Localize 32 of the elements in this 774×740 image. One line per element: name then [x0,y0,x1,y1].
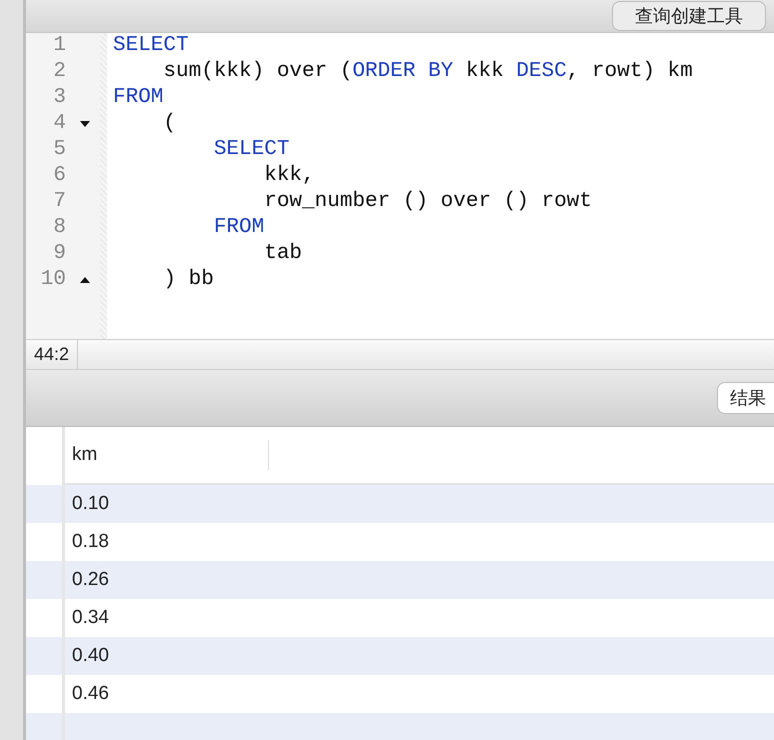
line-number: 2 [52,59,67,85]
fold-up-icon[interactable] [79,276,91,284]
table-cell-text: 0.26 [71,569,109,591]
line-number: 7 [52,189,67,215]
query-builder-button[interactable]: 查询创建工具 [612,1,766,31]
code-line: kkk, [263,163,315,189]
column-header[interactable]: km [65,440,269,470]
table-cell-text: 0.18 [71,531,109,553]
code-line: sum(kkk) over (ORDER BY kkk DESC, rowt) km [162,59,693,85]
line-number: 8 [52,215,67,241]
line-number: 3 [52,85,67,111]
code-line: SELECT [113,33,189,59]
code-line: tab [263,241,302,267]
code-line: FROM [212,215,264,241]
table-cell-text: 0.40 [71,645,109,667]
code-line: ( [162,111,176,137]
line-number: 10 [40,267,67,293]
line-number: 6 [52,163,67,189]
fold-down-icon[interactable] [79,120,91,128]
table-cell-text: 0.10 [71,493,109,515]
code-line: row_number () over () rowt [263,189,592,215]
line-number: 1 [52,33,67,59]
code-line: SELECT [212,137,290,163]
line-number: 9 [52,241,67,267]
line-number: 5 [52,137,67,163]
table-cell-text: 0.46 [71,683,109,705]
cursor-position: 44:2 [26,340,78,369]
table-cell-text: 0.34 [71,607,109,629]
results-button[interactable]: 结果 [717,382,774,414]
code-line: FROM [113,85,164,111]
code-line: ) bb [162,267,214,293]
line-number: 4 [52,111,67,137]
